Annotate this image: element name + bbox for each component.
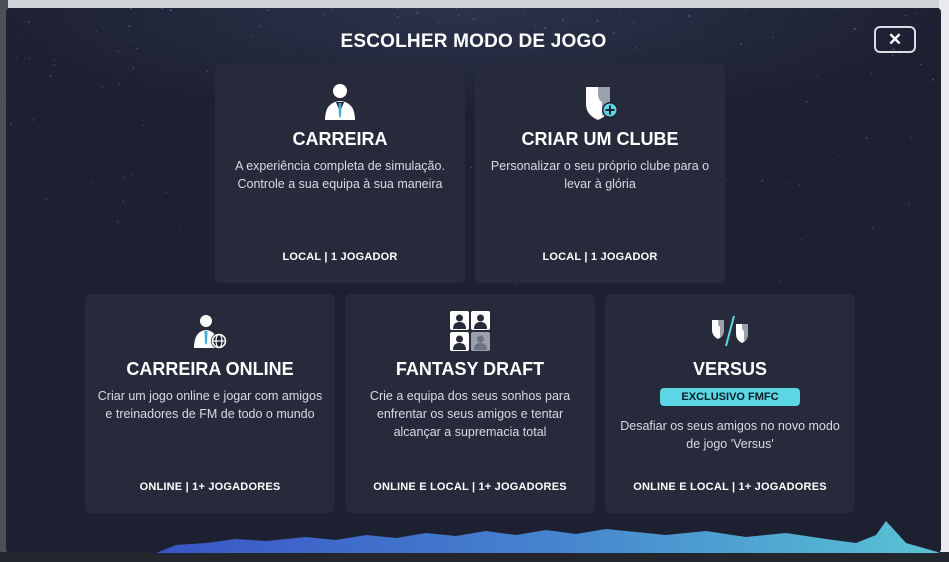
- mode-title: VERSUS: [692, 359, 768, 379]
- mode-title: CRIAR UM CLUBE: [521, 129, 679, 149]
- mode-description: Desafiar os seus amigos no novo modo de …: [620, 419, 840, 451]
- mode-players: ONLINE E LOCAL | 1+ JOGADORES: [373, 481, 567, 493]
- mode-title: CARREIRA ONLINE: [126, 359, 294, 379]
- mode-description: Personalizar o seu próprio clube para o …: [490, 159, 710, 191]
- versus-icon: [605, 314, 855, 354]
- online-manager-icon: [85, 312, 335, 352]
- modal-title: ESCOLHER MODO DE JOGO: [340, 31, 607, 52]
- mode-players: LOCAL | 1 JOGADOR: [282, 251, 398, 263]
- game-mode-modal: ESCOLHER MODO DE JOGO ✕ CARREIRA A exper…: [6, 8, 941, 553]
- mode-players: ONLINE | 1+ JOGADORES: [139, 481, 281, 493]
- exclusive-badge: EXCLUSIVO FMFC: [660, 388, 800, 406]
- background-game-screen-bottom: [0, 552, 949, 562]
- close-button[interactable]: ✕: [874, 26, 916, 53]
- background-game-screen-top: [0, 0, 949, 8]
- mode-card-versus[interactable]: VERSUS EXCLUSIVO FMFC Desafiar os seus a…: [605, 294, 855, 513]
- mode-card-fantasy-draft[interactable]: FANTASY DRAFT Crie a equipa dos seus son…: [345, 294, 595, 513]
- mode-title: FANTASY DRAFT: [395, 359, 545, 379]
- mode-card-criar-clube[interactable]: CRIAR UM CLUBE Personalizar o seu própri…: [475, 64, 725, 283]
- mode-description: Crie a equipa dos seus sonhos para enfre…: [369, 389, 571, 439]
- mode-description: A experiência completa de simulação. Con…: [235, 159, 445, 191]
- create-club-icon: [475, 82, 725, 122]
- manager-icon: [215, 82, 465, 122]
- mode-card-carreira[interactable]: CARREIRA A experiência completa de simul…: [215, 64, 465, 283]
- fantasy-draft-icon: [345, 310, 595, 351]
- mode-card-carreira-online[interactable]: CARREIRA ONLINE Criar um jogo online e j…: [85, 294, 335, 513]
- mode-players: LOCAL | 1 JOGADOR: [542, 251, 658, 263]
- mode-description: Criar um jogo online e jogar com amigos …: [97, 389, 323, 421]
- wave-decoration: [156, 521, 941, 553]
- mode-title: CARREIRA: [292, 129, 388, 149]
- mode-players: ONLINE E LOCAL | 1+ JOGADORES: [633, 481, 827, 493]
